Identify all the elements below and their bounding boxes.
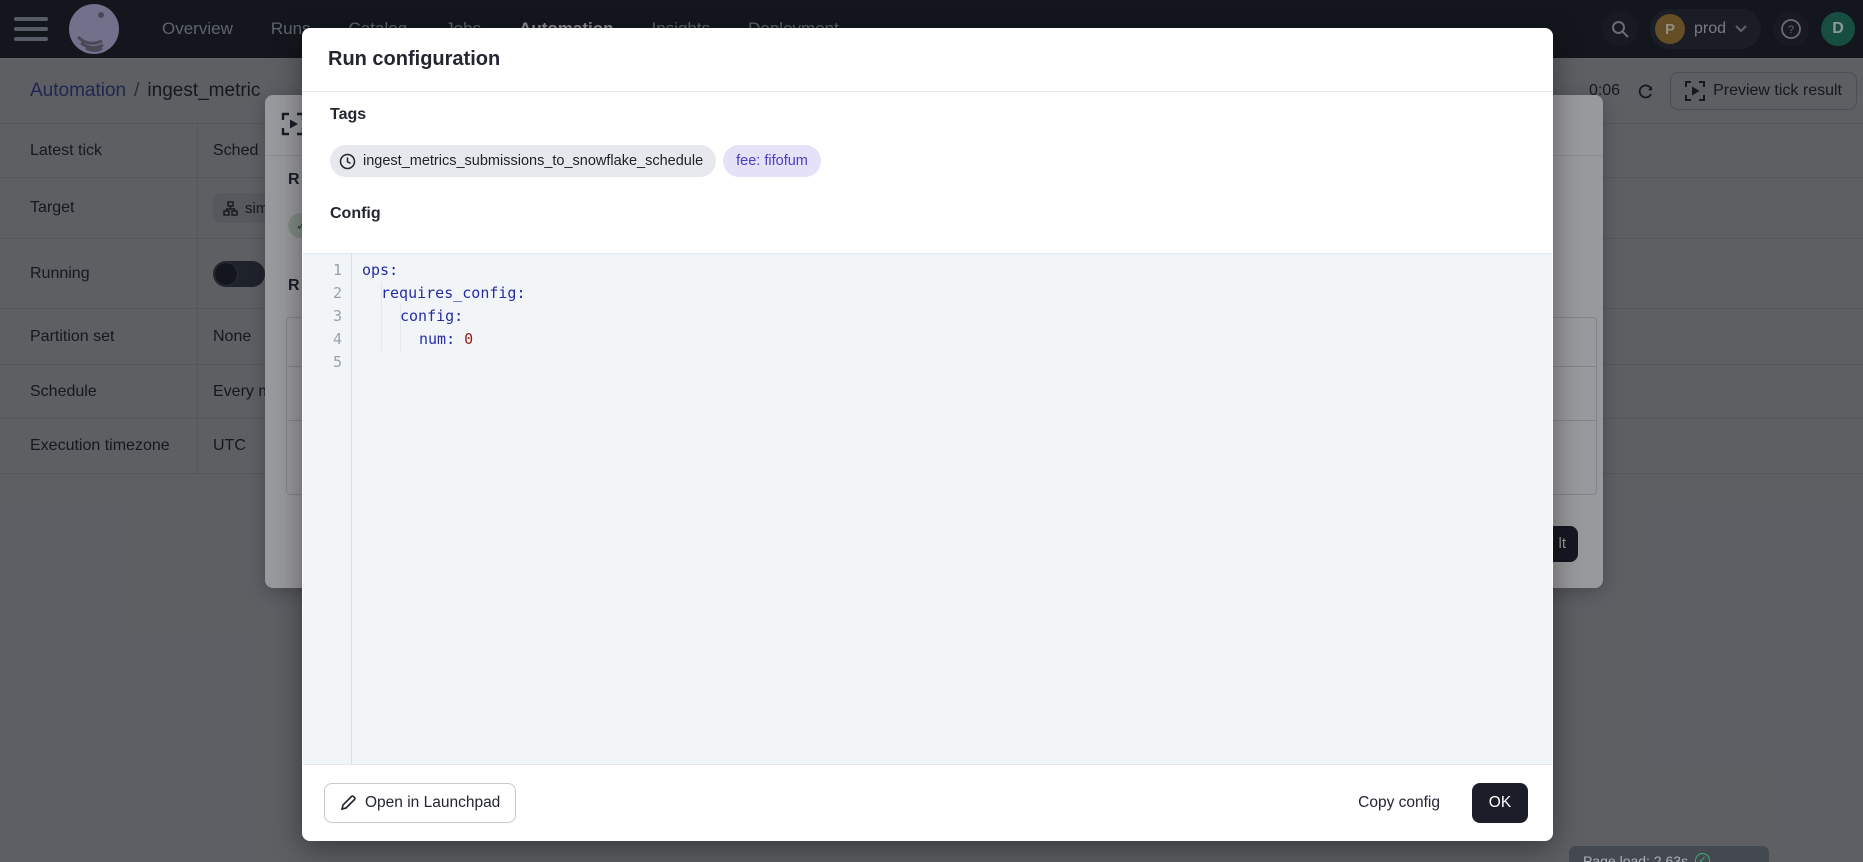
fee-tag-label: fee: fifofum bbox=[736, 153, 808, 169]
pencil-icon bbox=[340, 795, 356, 811]
line-number: 2 bbox=[303, 282, 351, 305]
ok-button[interactable]: OK bbox=[1472, 783, 1528, 823]
line-number: 1 bbox=[303, 259, 351, 282]
schedule-tag-label: ingest_metrics_submissions_to_snowflake_… bbox=[363, 153, 703, 169]
line-number: 5 bbox=[303, 351, 351, 374]
schedule-tag[interactable]: ingest_metrics_submissions_to_snowflake_… bbox=[330, 145, 716, 177]
page-load-popover: Page load: 2.63s ✓ bbox=[1568, 845, 1770, 862]
line-number: 4 bbox=[303, 328, 351, 351]
open-in-launchpad-label: Open in Launchpad bbox=[365, 794, 500, 812]
tags-heading: Tags bbox=[330, 106, 366, 124]
open-in-launchpad-button[interactable]: Open in Launchpad bbox=[324, 783, 516, 823]
code-line: requires_config: bbox=[352, 282, 1552, 305]
line-number: 3 bbox=[303, 305, 351, 328]
code-line: config: bbox=[352, 305, 1552, 328]
config-heading: Config bbox=[330, 205, 381, 223]
line-number-gutter: 1 2 3 4 5 bbox=[303, 254, 352, 764]
copy-config-button[interactable]: Copy config bbox=[1358, 794, 1440, 812]
indent-guide bbox=[381, 282, 382, 351]
page-load-text: Page load: 2.63s bbox=[1583, 853, 1688, 862]
config-code-editor[interactable]: 1 2 3 4 5 ops: requires_config: config: … bbox=[303, 253, 1552, 765]
clock-icon bbox=[339, 153, 356, 170]
tags-row: ingest_metrics_submissions_to_snowflake_… bbox=[330, 145, 821, 177]
modal-title: Run configuration bbox=[328, 48, 500, 71]
code-area[interactable]: ops: requires_config: config: num:0 bbox=[352, 254, 1552, 764]
check-circle-icon: ✓ bbox=[1695, 853, 1710, 862]
code-line: num:0 bbox=[352, 328, 1552, 351]
app-screen: Overview Runs Catalog Jobs Automation In… bbox=[0, 0, 1863, 862]
code-line: ops: bbox=[352, 259, 1552, 282]
run-configuration-modal: Run configuration Tags ingest_metrics_su… bbox=[302, 28, 1553, 841]
indent-guide bbox=[400, 305, 401, 351]
footer-right-cluster: Copy config OK bbox=[1358, 783, 1528, 823]
fee-tag[interactable]: fee: fifofum bbox=[723, 145, 821, 177]
modal-header: Run configuration bbox=[302, 28, 1553, 92]
modal-footer: Open in Launchpad Copy config OK bbox=[302, 765, 1553, 841]
code-line bbox=[352, 351, 1552, 374]
